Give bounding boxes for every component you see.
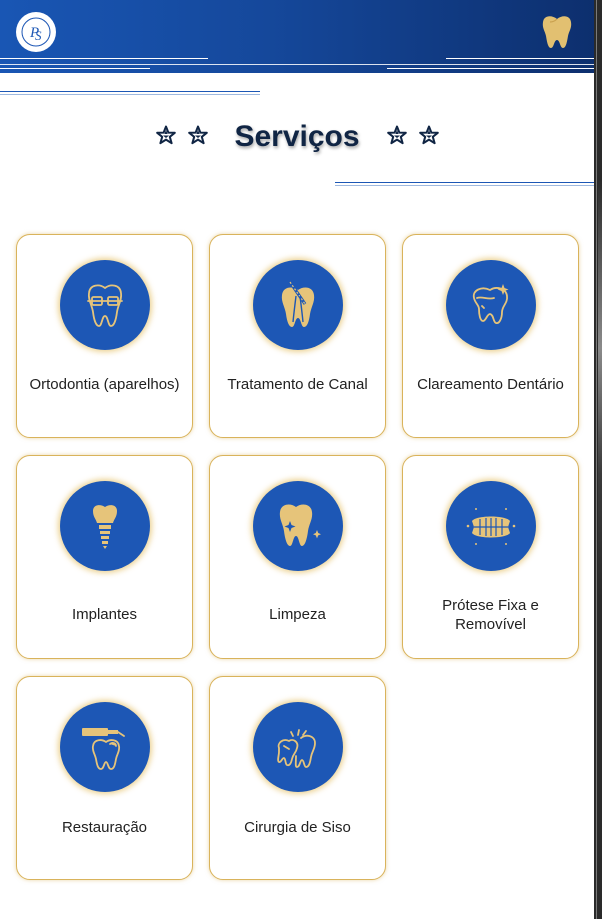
whitening-tooth-icon [446,260,536,350]
decorative-line [0,91,260,92]
service-label: Cirurgia de Siso [244,819,351,836]
tooth-icon[interactable] [540,14,574,50]
star-icon [419,125,439,145]
wisdom-tooth-icon [253,702,343,792]
service-label: Limpeza [269,606,326,623]
service-card-protese[interactable]: Prótese Fixa e Removível [402,455,579,659]
braces-tooth-icon [60,260,150,350]
service-label: Tratamento de Canal [227,376,368,393]
service-card-cirurgia-de-siso[interactable]: Cirurgia de Siso [209,676,386,880]
service-card-limpeza[interactable]: Limpeza [209,455,386,659]
decorative-line [335,185,594,186]
decorative-line [335,182,594,183]
service-card-tratamento-de-canal[interactable]: Tratamento de Canal [209,234,386,438]
ps-monogram-icon: P S [21,17,51,47]
sparkling-tooth-icon [253,481,343,571]
header-bar: P S [0,0,594,73]
section-header: Serviços [0,115,594,160]
service-label: Implantes [71,606,138,623]
denture-icon [446,481,536,571]
header-line [0,68,150,69]
header-line [0,58,208,59]
star-icon [156,125,176,145]
page-title: Serviços [234,120,360,153]
window-edge [594,0,602,919]
logo[interactable]: P S [16,12,56,52]
service-card-clareamento[interactable]: Clareamento Dentário [402,234,579,438]
header-line [0,64,594,65]
service-card-implantes[interactable]: Implantes [16,455,193,659]
service-card-restauracao[interactable]: Restauração [16,676,193,880]
star-icon [387,125,407,145]
page: P S Serviços Ortodontia (aparelhos) Trat… [0,0,594,919]
service-label: Restauração [61,819,148,836]
implant-icon [60,481,150,571]
service-label: Ortodontia (aparelhos) [29,376,180,393]
header-line [446,58,594,59]
root-canal-icon [253,260,343,350]
decorative-line [0,94,260,95]
restoration-icon [60,702,150,792]
header-line [387,68,594,69]
service-label: Clareamento Dentário [417,376,564,393]
service-label: Prótese Fixa e Removível [442,597,539,633]
service-card-ortodontia[interactable]: Ortodontia (aparelhos) [16,234,193,438]
svg-text:S: S [35,28,42,43]
